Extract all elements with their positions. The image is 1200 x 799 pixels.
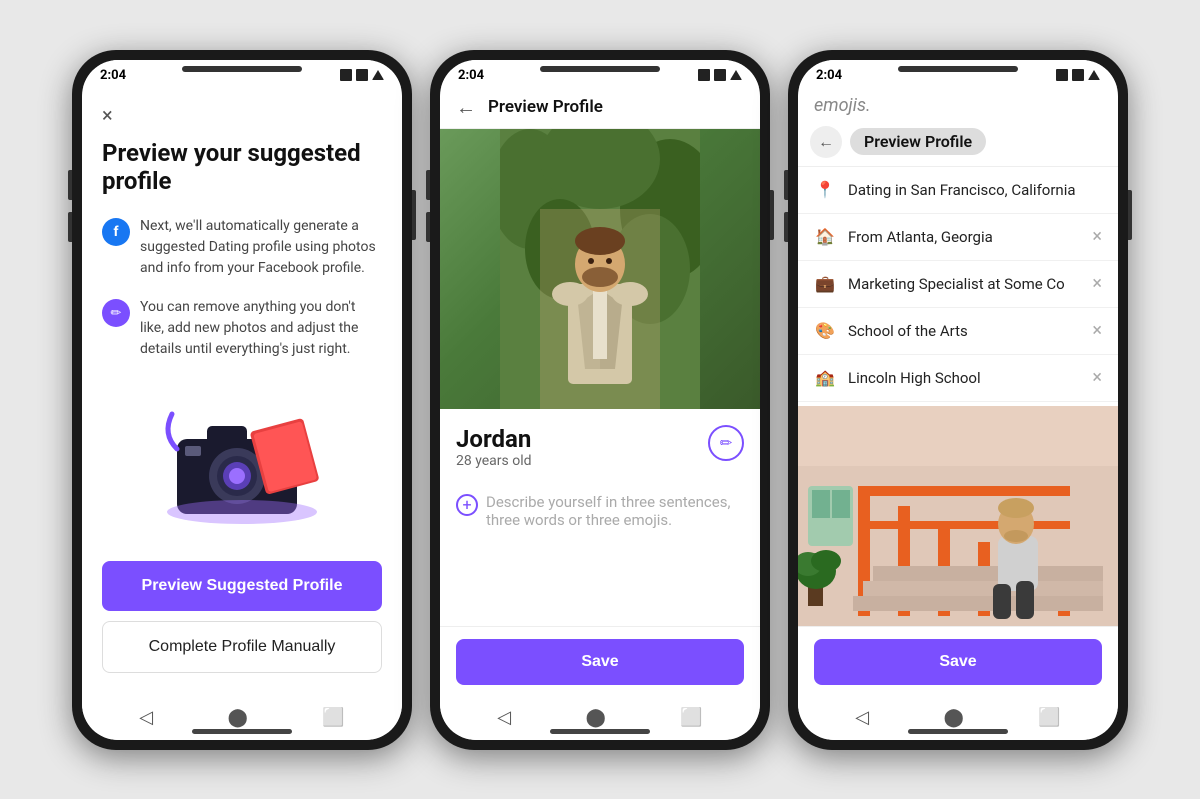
camera-svg xyxy=(157,394,327,524)
preview-suggested-profile-button[interactable]: Preview Suggested Profile xyxy=(102,561,382,611)
list-item-school-arts: 🎨 School of the Arts × xyxy=(798,308,1118,355)
nav-home-2[interactable]: ⬤ xyxy=(586,707,606,728)
profile-photo-2-bg xyxy=(798,406,1118,626)
phone1-screen: × Preview your suggested profile f Next,… xyxy=(82,87,402,740)
status-icons-3 xyxy=(1056,69,1100,81)
status-bar-2: 2:04 xyxy=(440,60,760,87)
profile-name-row: Jordan 28 years old ✏ xyxy=(456,425,744,469)
list-item-job: 💼 Marketing Specialist at Some Co × xyxy=(798,261,1118,308)
status-icons-1 xyxy=(340,69,384,81)
signal-icon-1 xyxy=(340,69,352,81)
job-icon: 💼 xyxy=(814,273,836,295)
nav-square-3[interactable]: ⬜ xyxy=(1038,707,1060,728)
nav-square-1[interactable]: ⬜ xyxy=(322,707,344,728)
job-text: Marketing Specialist at Some Co xyxy=(848,275,1080,293)
phone-1: 2:04 × Preview your suggested profile f … xyxy=(72,50,412,750)
emojis-text: emojis. xyxy=(798,87,1118,120)
high-school-text: Lincoln High School xyxy=(848,369,1080,387)
page-title-1: Preview your suggested profile xyxy=(102,139,382,197)
phone2-header-title: Preview Profile xyxy=(488,97,603,117)
save-button-2[interactable]: Save xyxy=(456,639,744,685)
phone2-screen: ← Preview Profile xyxy=(440,87,760,740)
info-item-1: f Next, we'll automatically generate a s… xyxy=(102,216,382,279)
status-icons-2 xyxy=(698,69,742,81)
nav-square-2[interactable]: ⬜ xyxy=(680,707,702,728)
pencil-icon: ✏ xyxy=(102,299,130,327)
bio-placeholder-text[interactable]: Describe yourself in three sentences, th… xyxy=(486,493,744,529)
phone-3: 2:04 emojis. ← Preview Profile 📍 Dating … xyxy=(788,50,1128,750)
arts-icon: 🎨 xyxy=(814,320,836,342)
bio-input-row[interactable]: + Describe yourself in three sentences, … xyxy=(440,481,760,541)
nav-back-1[interactable]: ◁ xyxy=(139,707,153,728)
status-bar-1: 2:04 xyxy=(82,60,402,87)
phone3-header-title: Preview Profile xyxy=(850,128,986,155)
profile-photo-2 xyxy=(798,406,1118,626)
back-button-3[interactable]: ← xyxy=(810,126,842,158)
battery-icon-1 xyxy=(372,70,384,80)
list-item-hometown: 🏠 From Atlanta, Georgia × xyxy=(798,214,1118,261)
list-item-high-school: 🏫 Lincoln High School × xyxy=(798,355,1118,402)
status-time-2: 2:04 xyxy=(458,68,484,83)
nav-back-btn-3[interactable]: ◁ xyxy=(855,707,869,728)
remove-hometown-button[interactable]: × xyxy=(1092,226,1102,247)
nav-bar-3: ◁ ⬤ ⬜ xyxy=(798,697,1118,740)
location-text: Dating in San Francisco, California xyxy=(848,181,1102,199)
signal-icon-3 xyxy=(1056,69,1068,81)
save-bar-3: Save xyxy=(798,626,1118,697)
profile-age: 28 years old xyxy=(456,453,532,469)
phone1-buttons: Preview Suggested Profile Complete Profi… xyxy=(102,561,382,681)
nav-back-btn-2[interactable]: ◁ xyxy=(497,707,511,728)
profile-photo-bg xyxy=(440,129,760,409)
phone1-main-content: × Preview your suggested profile f Next,… xyxy=(82,87,402,697)
remove-high-school-button[interactable]: × xyxy=(1092,367,1102,388)
battery-icon-2 xyxy=(730,70,742,80)
wifi-icon-1 xyxy=(356,69,368,81)
location-icon: 📍 xyxy=(814,179,836,201)
phone3-header: ← Preview Profile xyxy=(798,120,1118,167)
facebook-icon: f xyxy=(102,218,130,246)
info-text-1: Next, we'll automatically generate a sug… xyxy=(140,216,382,279)
list-item-location: 📍 Dating in San Francisco, California xyxy=(798,167,1118,214)
nav-bar-2: ◁ ⬤ ⬜ xyxy=(440,697,760,740)
phone-2: 2:04 ← Preview Profile xyxy=(430,50,770,750)
bio-add-icon[interactable]: + xyxy=(456,494,478,516)
profile-info-section: Jordan 28 years old ✏ xyxy=(440,409,760,481)
profile-photo-svg xyxy=(500,129,700,409)
photo2-svg xyxy=(798,406,1118,626)
profile-name-age: Jordan 28 years old xyxy=(456,425,532,469)
signal-icon-2 xyxy=(698,69,710,81)
remove-job-button[interactable]: × xyxy=(1092,273,1102,294)
school-icon: 🏫 xyxy=(814,367,836,389)
info-item-2: ✏ You can remove anything you don't like… xyxy=(102,297,382,360)
info-text-2: You can remove anything you don't like, … xyxy=(140,297,382,360)
nav-home-3[interactable]: ⬤ xyxy=(944,707,964,728)
save-bar-2: Save xyxy=(440,626,760,697)
remove-arts-button[interactable]: × xyxy=(1092,320,1102,341)
home-icon: 🏠 xyxy=(814,226,836,248)
status-time-3: 2:04 xyxy=(816,68,842,83)
info-list: 📍 Dating in San Francisco, California 🏠 … xyxy=(798,167,1118,406)
nav-home-1[interactable]: ⬤ xyxy=(228,707,248,728)
edit-profile-button[interactable]: ✏ xyxy=(708,425,744,461)
back-button-2[interactable]: ← xyxy=(456,95,476,120)
profile-name: Jordan xyxy=(456,425,532,453)
camera-illustration xyxy=(102,394,382,536)
status-bar-3: 2:04 xyxy=(798,60,1118,87)
close-button[interactable]: × xyxy=(102,103,382,127)
status-time-1: 2:04 xyxy=(100,68,126,83)
phone3-screen: emojis. ← Preview Profile 📍 Dating in Sa… xyxy=(798,87,1118,740)
complete-profile-manually-button[interactable]: Complete Profile Manually xyxy=(102,621,382,673)
phone2-header: ← Preview Profile xyxy=(440,87,760,129)
arts-text: School of the Arts xyxy=(848,322,1080,340)
save-button-3[interactable]: Save xyxy=(814,639,1102,685)
battery-icon-3 xyxy=(1088,70,1100,80)
nav-bar-1: ◁ ⬤ ⬜ xyxy=(82,697,402,740)
hometown-text: From Atlanta, Georgia xyxy=(848,228,1080,246)
profile-photo xyxy=(440,129,760,409)
wifi-icon-2 xyxy=(714,69,726,81)
wifi-icon-3 xyxy=(1072,69,1084,81)
